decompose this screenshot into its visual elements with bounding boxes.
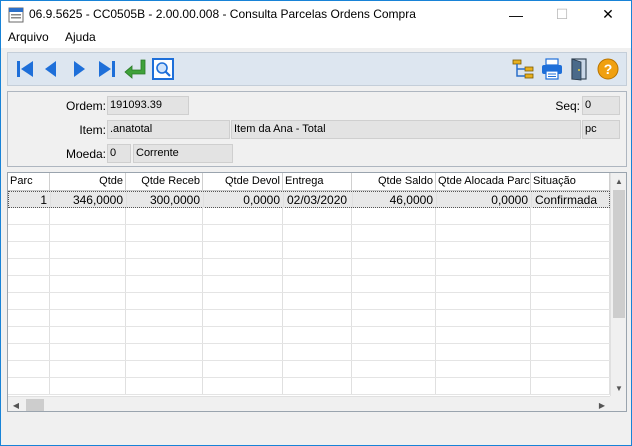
- empty-row[interactable]: [8, 361, 610, 378]
- moeda-description-field[interactable]: Corrente: [133, 144, 233, 163]
- item-unit-field[interactable]: pc: [582, 120, 620, 139]
- tree-button[interactable]: [510, 56, 536, 82]
- scroll-right-icon[interactable]: ▶: [594, 397, 610, 411]
- column-header-entrega[interactable]: Entrega: [283, 173, 352, 191]
- minimize-button[interactable]: —: [493, 1, 539, 28]
- help-button[interactable]: ?: [595, 56, 621, 82]
- seq-field[interactable]: 0: [582, 96, 620, 115]
- cell-entrega: 02/03/2020: [284, 192, 353, 208]
- empty-row[interactable]: [8, 276, 610, 293]
- exit-button[interactable]: [567, 56, 593, 82]
- grid-header: Parc Qtde Qtde Receb Qtde Devol Entrega …: [8, 173, 626, 191]
- cell-qtde-alocada-parc: 0,0000: [437, 192, 532, 208]
- item-label: Item:: [79, 123, 106, 137]
- scroll-down-icon[interactable]: ▼: [611, 380, 626, 396]
- column-header-qtde-saldo[interactable]: Qtde Saldo: [352, 173, 436, 191]
- item-description-field[interactable]: Item da Ana - Total: [231, 120, 581, 139]
- ordem-field[interactable]: 191093.39: [107, 96, 189, 115]
- scroll-left-icon[interactable]: ◀: [8, 397, 24, 411]
- moeda-code-field[interactable]: 0: [107, 144, 131, 163]
- title-bar: 06.9.5625 - CC0505B - 2.00.00.008 - Cons…: [1, 1, 631, 28]
- empty-row[interactable]: [8, 327, 610, 344]
- cell-parc: 1: [9, 192, 51, 208]
- previous-record-button[interactable]: [38, 56, 64, 82]
- installments-grid[interactable]: Parc Qtde Qtde Receb Qtde Devol Entrega …: [7, 172, 627, 412]
- horizontal-scrollbar[interactable]: ◀ ▶: [8, 396, 610, 411]
- zoom-button[interactable]: [150, 56, 176, 82]
- app-icon: [8, 7, 24, 23]
- status-bar: [1, 417, 631, 445]
- last-record-icon: [99, 61, 115, 77]
- empty-row[interactable]: [8, 378, 610, 395]
- last-record-button[interactable]: [94, 56, 120, 82]
- return-button[interactable]: [122, 56, 148, 82]
- cell-qtde-receb: 300,0000: [127, 192, 204, 208]
- scrollbar-corner: [610, 396, 626, 411]
- empty-row[interactable]: [8, 242, 610, 259]
- next-record-icon: [74, 61, 85, 77]
- toolbar: ?: [7, 52, 627, 86]
- empty-row[interactable]: [8, 208, 610, 225]
- previous-record-icon: [45, 61, 56, 77]
- empty-row[interactable]: [8, 310, 610, 327]
- cell-qtde: 346,0000: [51, 192, 127, 208]
- tree-icon: [512, 59, 534, 79]
- first-record-button[interactable]: [12, 56, 38, 82]
- menu-bar: Arquivo Ajuda: [1, 28, 631, 48]
- column-header-parc[interactable]: Parc: [8, 173, 50, 191]
- horizontal-scroll-thumb[interactable]: [26, 399, 44, 411]
- empty-row[interactable]: [8, 293, 610, 310]
- grid-body: 1 346,0000 300,0000 0,0000 02/03/2020 46…: [8, 191, 611, 396]
- help-icon: ?: [597, 58, 619, 80]
- menu-arquivo[interactable]: Arquivo: [8, 30, 49, 44]
- print-button[interactable]: [539, 56, 565, 82]
- zoom-icon: [152, 58, 174, 80]
- empty-row[interactable]: [8, 225, 610, 242]
- return-icon: [124, 59, 146, 79]
- close-button[interactable]: ✕: [585, 1, 631, 28]
- cell-qtde-saldo: 46,0000: [353, 192, 437, 208]
- column-header-qtde[interactable]: Qtde: [50, 173, 126, 191]
- empty-row[interactable]: [8, 344, 610, 361]
- column-header-qtde-alocada-parc[interactable]: Qtde Alocada Parc: [436, 173, 531, 191]
- seq-label: Seq:: [555, 99, 580, 113]
- ordem-label: Ordem:: [65, 99, 106, 113]
- vertical-scrollbar[interactable]: ▲ ▼: [610, 173, 626, 396]
- cell-situacao: Confirmada: [532, 192, 611, 208]
- vertical-scroll-thumb[interactable]: [613, 190, 625, 318]
- next-record-button[interactable]: [66, 56, 92, 82]
- print-icon: [542, 58, 562, 80]
- maximize-button[interactable]: ☐: [539, 1, 585, 28]
- scroll-up-icon[interactable]: ▲: [611, 173, 626, 189]
- table-row[interactable]: 1 346,0000 300,0000 0,0000 02/03/2020 46…: [8, 191, 611, 208]
- column-header-situacao[interactable]: Situação: [531, 173, 610, 191]
- app-window: 06.9.5625 - CC0505B - 2.00.00.008 - Cons…: [0, 0, 632, 446]
- column-header-qtde-devol[interactable]: Qtde Devol: [203, 173, 283, 191]
- empty-row[interactable]: [8, 259, 610, 276]
- exit-icon: [571, 58, 587, 81]
- column-header-qtde-receb[interactable]: Qtde Receb: [126, 173, 203, 191]
- menu-ajuda[interactable]: Ajuda: [65, 30, 96, 44]
- cell-qtde-devol: 0,0000: [204, 192, 284, 208]
- order-form-panel: Ordem: 191093.39 Seq: 0 Item: .anatotal …: [7, 91, 627, 167]
- item-code-field[interactable]: .anatotal: [107, 120, 230, 139]
- moeda-label: Moeda:: [65, 147, 106, 161]
- first-record-icon: [17, 61, 33, 77]
- window-title: 06.9.5625 - CC0505B - 2.00.00.008 - Cons…: [29, 7, 416, 21]
- help-glyph: ?: [604, 61, 613, 77]
